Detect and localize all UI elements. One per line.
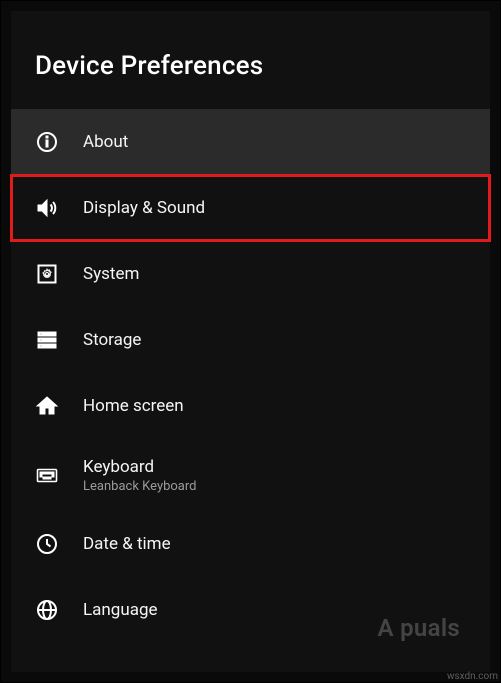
home-icon: [35, 394, 59, 418]
item-label: Language: [83, 600, 158, 620]
item-labels: Display & Sound: [83, 198, 205, 218]
item-label: About: [83, 132, 128, 152]
menu-item-keyboard[interactable]: Keyboard Leanback Keyboard: [11, 439, 490, 511]
preferences-list: About Display & Sound System Storage Home sc…: [11, 109, 490, 643]
item-label: Storage: [83, 330, 141, 350]
item-subtitle: Leanback Keyboard: [83, 479, 197, 494]
item-labels: Keyboard Leanback Keyboard: [83, 457, 197, 494]
menu-item-display[interactable]: Display & Sound: [11, 175, 490, 241]
item-label: Date & time: [83, 534, 171, 554]
item-label: Home screen: [83, 396, 184, 416]
item-label: System: [83, 264, 139, 284]
item-labels: About: [83, 132, 128, 152]
watermark-wsxdn: wsxdn.com: [447, 671, 498, 682]
menu-item-storage[interactable]: Storage: [11, 307, 490, 373]
menu-item-system[interactable]: System: [11, 241, 490, 307]
globe-icon: [35, 598, 59, 622]
storage-icon: [35, 328, 59, 352]
item-labels: Date & time: [83, 534, 171, 554]
item-labels: Storage: [83, 330, 141, 350]
speaker-icon: [35, 196, 59, 220]
menu-item-about[interactable]: About: [11, 109, 490, 175]
menu-item-language[interactable]: Language: [11, 577, 490, 643]
item-labels: Language: [83, 600, 158, 620]
item-labels: System: [83, 264, 139, 284]
clock-icon: [35, 532, 59, 556]
keyboard-icon: [35, 463, 59, 487]
page-title: Device Preferences: [11, 11, 490, 109]
info-icon: [35, 130, 59, 154]
item-labels: Home screen: [83, 396, 184, 416]
settings-panel: Device Preferences About Display & Sound S…: [11, 11, 490, 672]
menu-item-datetime[interactable]: Date & time: [11, 511, 490, 577]
menu-item-home[interactable]: Home screen: [11, 373, 490, 439]
system-icon: [35, 262, 59, 286]
item-label: Display & Sound: [83, 198, 205, 218]
item-label: Keyboard: [83, 457, 197, 477]
